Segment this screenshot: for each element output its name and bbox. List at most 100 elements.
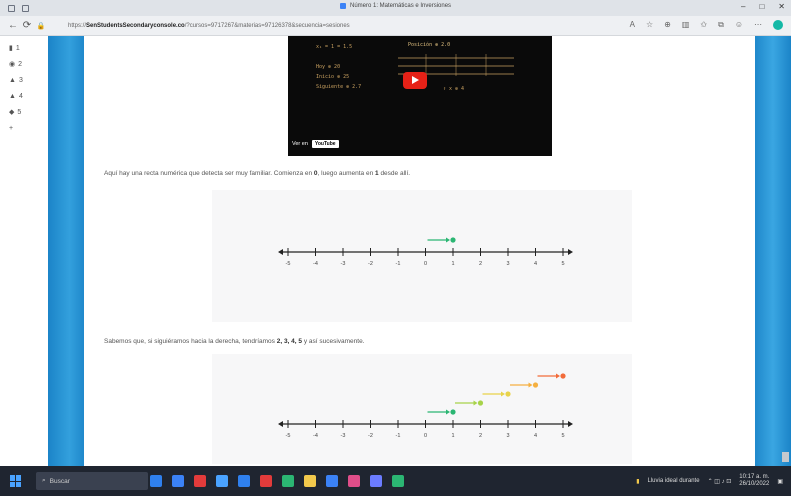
text-segment: Aquí hay una recta numérica que detecta …	[104, 170, 314, 177]
tab-actions[interactable]	[0, 4, 29, 12]
number-line-svg: -5 -4 -3 -2 -1 0 1 2 3 4 5	[278, 373, 573, 439]
minimize-icon[interactable]: –	[741, 2, 745, 12]
maximize-icon[interactable]: □	[759, 2, 764, 12]
clock[interactable]: 10:17 a. m. 26/10/2022	[739, 474, 769, 488]
axis-right-arrow	[568, 249, 573, 255]
workspaces-icon[interactable]	[8, 4, 15, 12]
tick-label: 4	[534, 261, 537, 267]
lock-icon: 🔒	[36, 22, 46, 30]
taskbar-app-icon[interactable]	[172, 475, 184, 487]
tick-label: 0	[424, 433, 427, 439]
sidebar-label: 2	[18, 60, 23, 68]
sidebar-item[interactable]: ▮ 1	[0, 40, 42, 56]
taskbar-app-icon[interactable]	[348, 475, 360, 487]
address-bar-row: ← ⟳ 🔒 https://SenStudentsSecondaryconsol…	[0, 16, 791, 36]
taskbar-app-icon[interactable]	[392, 475, 404, 487]
scrollbar-thumb[interactable]	[782, 452, 789, 462]
video-text-line: Hoy ⊕ 20	[316, 64, 341, 70]
tick-label: -3	[341, 433, 346, 439]
axis-right-arrow	[568, 421, 573, 427]
collections-icon[interactable]: ⧉	[718, 20, 724, 30]
tick-label: -1	[396, 261, 401, 267]
tick-label: -4	[313, 261, 318, 267]
favorite-star-icon[interactable]: ☆	[646, 20, 653, 30]
page-left-banner	[48, 36, 84, 466]
tick-label: 5	[561, 433, 564, 439]
taskbar-app-icon[interactable]	[194, 475, 206, 487]
watch-on-youtube-link[interactable]: Ver en YouTube	[292, 140, 339, 148]
tick-label: 0	[424, 261, 427, 267]
active-tab[interactable]: Número 1: Matemáticas e Inversiones	[340, 3, 451, 9]
taskbar-app-icon[interactable]	[150, 475, 162, 487]
edge-copilot-icon[interactable]	[773, 20, 783, 30]
text-segment: desde allí.	[378, 170, 411, 177]
tab-actions-icon[interactable]	[22, 4, 29, 12]
browser-toolbar: A ☆ ⊕ ▥ ✩ ⧉ ☺ ⋯	[630, 20, 783, 30]
title-bar: Número 1: Matemáticas e Inversiones – □ …	[0, 0, 791, 16]
sidebar-label: 5	[17, 108, 22, 116]
tick-label: 3	[506, 261, 509, 267]
page-right-banner	[755, 36, 791, 466]
taskbar-app-icon[interactable]	[282, 475, 294, 487]
url-domain: SenStudentsSecondaryconsole.co	[86, 23, 185, 29]
jump-arrowhead	[556, 373, 560, 379]
sidebar-item[interactable]: ▲ 4	[0, 88, 42, 104]
taskbar-search-input[interactable]: ⌕ Buscar	[36, 472, 148, 490]
sidebar-item[interactable]: ◉ 2	[0, 56, 42, 72]
vertical-tabs-sidebar: ▮ 1 ◉ 2 ▲ 3 ▲ 4 ◆ 5 +	[0, 36, 42, 466]
jump-point	[560, 373, 566, 379]
windows-start-icon[interactable]	[10, 475, 22, 487]
clock-time: 10:17 a. m.	[739, 474, 770, 480]
weather-text[interactable]: Lluvia ideal durante	[648, 478, 700, 484]
refresh-icon[interactable]: ⟳	[20, 20, 34, 31]
video-text-line: Siguiente ⊕ 2.7	[316, 84, 362, 90]
tick-label: -5	[286, 433, 291, 439]
taskbar-app-icon[interactable]	[238, 475, 250, 487]
clock-date: 26/10/2022	[739, 481, 770, 487]
text-segment: y así sucesivamente.	[302, 338, 365, 345]
favicon-icon	[340, 3, 346, 9]
tab-icon: ◉	[9, 61, 16, 68]
play-button[interactable]	[403, 72, 427, 89]
sidebar-item[interactable]: +	[0, 120, 42, 136]
jump-arrowhead	[528, 382, 533, 388]
youtube-logo: YouTube	[311, 140, 339, 148]
search-placeholder: Buscar	[49, 477, 70, 485]
back-icon[interactable]: ←	[6, 20, 20, 31]
tick-label: -5	[286, 261, 291, 267]
video-text-line: x₁ = 1 = 1.5	[316, 44, 353, 50]
text-segment: , luego aumenta en	[317, 170, 376, 177]
tray-icons[interactable]: ⌃ ◫ ♪ ⊡	[708, 478, 732, 485]
url-field[interactable]: https://SenStudentsSecondaryconsole.co/?…	[68, 20, 538, 32]
taskbar-app-icon[interactable]	[216, 475, 228, 487]
taskbar-app-icon[interactable]	[304, 475, 316, 487]
taskbar-app-icon[interactable]	[260, 475, 272, 487]
sidebar-item[interactable]: ◆ 5	[0, 104, 42, 120]
tab-icon: ▲	[9, 92, 16, 100]
taskbar-app-icon[interactable]	[370, 475, 382, 487]
split-screen-icon[interactable]: ▥	[682, 20, 690, 30]
jump-arrowhead	[446, 409, 450, 415]
taskbar-app-icon[interactable]	[326, 475, 338, 487]
extensions-icon[interactable]: ⊕	[664, 20, 671, 30]
axis-left-arrow	[278, 421, 283, 427]
sidebar-item[interactable]: ▲ 3	[0, 72, 42, 88]
sidebar-label: 4	[18, 92, 23, 100]
more-icon[interactable]: ⋯	[754, 20, 762, 30]
jump-point	[450, 237, 456, 243]
tick-label: 2	[479, 433, 482, 439]
window-controls: – □ ✕	[741, 2, 785, 12]
favorites-icon[interactable]: ✩	[700, 20, 707, 30]
profile-icon[interactable]: ☺	[735, 20, 743, 30]
sidebar-label: 3	[18, 76, 23, 84]
close-icon[interactable]: ✕	[778, 2, 785, 12]
pinned-apps	[150, 475, 404, 487]
jump-arrowhead	[501, 391, 505, 397]
tick-label: -1	[396, 433, 401, 439]
tick-label: -2	[368, 433, 373, 439]
notifications-icon[interactable]: ▣	[777, 478, 783, 485]
read-aloud-icon[interactable]: A	[630, 20, 635, 30]
number-line-svg: -5 -4 -3 -2 -1 0 1 2 3 4 5	[278, 237, 573, 267]
youtube-video-embed[interactable]: x₁ = 1 = 1.5 Posición ⊕ 2.0 Hoy ⊕ 20 Ini…	[288, 36, 552, 156]
jump-point	[450, 409, 456, 415]
